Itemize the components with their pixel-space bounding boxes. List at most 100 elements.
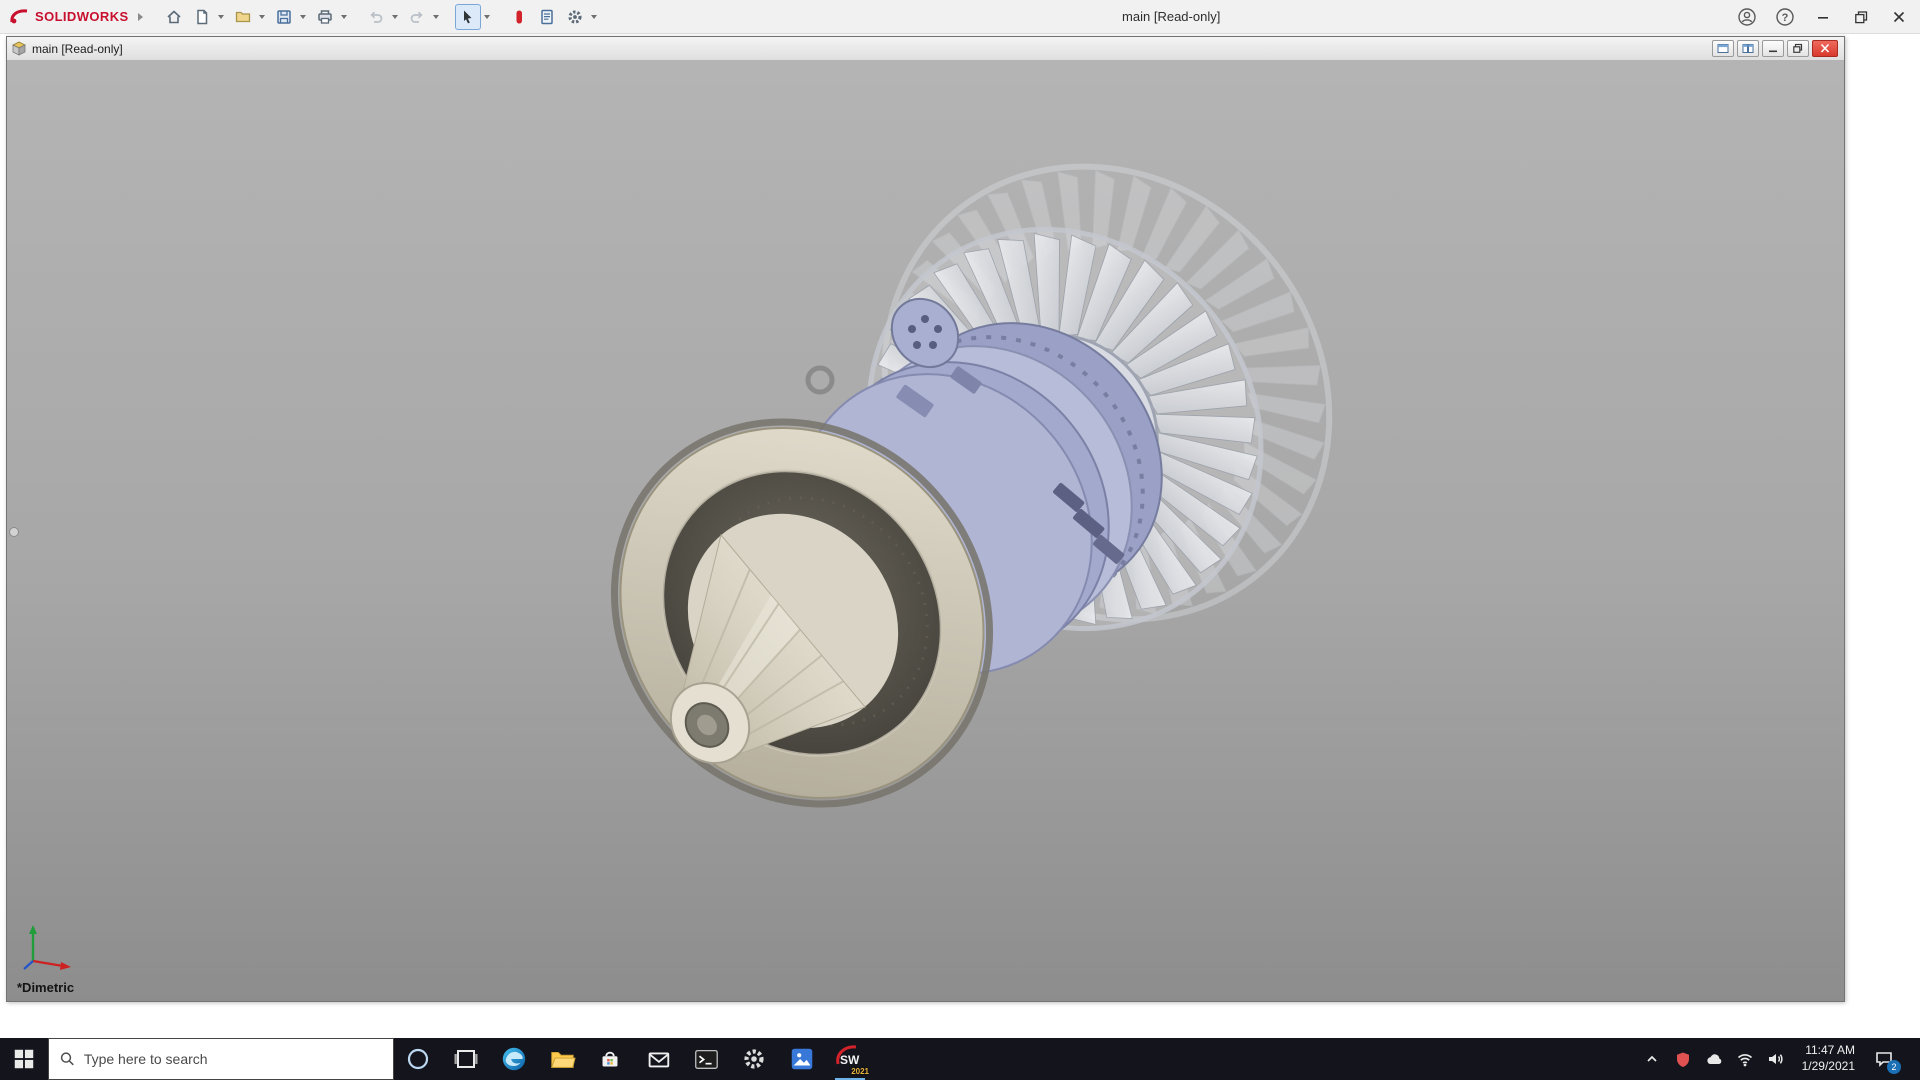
select-tool-button[interactable] xyxy=(454,3,481,30)
options-button[interactable] xyxy=(562,4,588,30)
system-tray: 11:47 AM 1/29/2021 2 xyxy=(1642,1038,1920,1080)
windows-logo-icon xyxy=(14,1049,34,1069)
titlebar-controls: ? xyxy=(1736,0,1910,34)
doc-restore-button[interactable] xyxy=(1787,40,1809,57)
solidworks-logo: SOLIDWORKS xyxy=(0,8,151,25)
task-view-button[interactable] xyxy=(442,1038,490,1080)
open-dropdown-icon[interactable] xyxy=(258,14,265,19)
taskbar-search[interactable] xyxy=(48,1038,394,1080)
undo-button[interactable] xyxy=(363,4,389,30)
minimize-icon xyxy=(1818,17,1828,19)
select-arrow-icon xyxy=(463,10,472,23)
solidworks-swoosh-icon xyxy=(10,8,28,23)
taskbar: SW 2021 xyxy=(0,1038,1920,1080)
speaker-icon xyxy=(1768,1054,1783,1064)
print-icon xyxy=(317,9,332,24)
assembly-cube-icon xyxy=(12,41,26,56)
view-orientation-label: *Dimetric xyxy=(17,980,75,995)
rebuild-button[interactable] xyxy=(506,4,532,30)
mail-icon xyxy=(648,1052,670,1068)
redo-dropdown-icon[interactable] xyxy=(432,14,439,19)
account-button[interactable] xyxy=(1736,6,1758,28)
print-button[interactable] xyxy=(312,4,338,30)
wifi-icon xyxy=(1737,1054,1752,1067)
select-dropdown-icon[interactable] xyxy=(483,14,490,19)
task-view-icon xyxy=(454,1050,478,1068)
new-document-button[interactable] xyxy=(189,4,215,30)
volume-tray-button[interactable] xyxy=(1766,1049,1786,1069)
save-icon xyxy=(276,9,291,24)
doc-close-button[interactable] xyxy=(1812,40,1838,57)
close-button[interactable] xyxy=(1888,6,1910,28)
file-properties-icon xyxy=(540,9,553,24)
help-icon: ? xyxy=(1776,8,1794,26)
home-button[interactable] xyxy=(161,4,187,30)
jet-engine-model[interactable] xyxy=(7,61,1844,1001)
solidworks-year-badge: 2021 xyxy=(851,1067,869,1076)
security-tray-button[interactable] xyxy=(1673,1049,1693,1069)
settings-gear-icon xyxy=(744,1049,764,1069)
search-input[interactable] xyxy=(83,1051,382,1067)
terminal-button[interactable] xyxy=(682,1038,730,1080)
photos-icon xyxy=(791,1048,813,1070)
solidworks-taskbar-button[interactable]: SW 2021 xyxy=(826,1038,874,1080)
orientation-triad[interactable] xyxy=(19,907,83,971)
panel-collapse-handle[interactable] xyxy=(9,527,19,537)
taskbar-clock[interactable]: 11:47 AM 1/29/2021 xyxy=(1797,1043,1860,1074)
restore-button[interactable] xyxy=(1850,6,1872,28)
main-toolbar xyxy=(161,3,601,30)
screen: SOLIDWORKS main [Read-only] ? main [Read… xyxy=(0,0,1920,1080)
tile-vertical-button[interactable] xyxy=(1737,40,1759,57)
clock-date: 1/29/2021 xyxy=(1801,1059,1855,1073)
store-button[interactable] xyxy=(586,1038,634,1080)
edge-button[interactable] xyxy=(490,1038,538,1080)
clock-time: 11:47 AM xyxy=(1805,1043,1855,1058)
brand-name: SOLIDWORKS xyxy=(35,9,129,24)
options-dropdown-icon[interactable] xyxy=(590,14,597,19)
doc-minimize-button[interactable] xyxy=(1762,40,1784,57)
mail-button[interactable] xyxy=(634,1038,682,1080)
shield-icon xyxy=(1676,1052,1689,1067)
close-icon xyxy=(1893,11,1905,23)
svg-text:SW: SW xyxy=(840,1053,860,1067)
doc-restore-icon xyxy=(1793,43,1803,53)
action-center-button[interactable]: 2 xyxy=(1871,1046,1901,1074)
new-document-dropdown-icon[interactable] xyxy=(217,14,224,19)
new-document-icon xyxy=(196,9,207,24)
cortana-icon xyxy=(407,1048,429,1070)
file-explorer-button[interactable] xyxy=(538,1038,586,1080)
chevron-up-icon xyxy=(1647,1055,1657,1062)
bracket-loop xyxy=(805,365,835,395)
minimize-button[interactable] xyxy=(1812,6,1834,28)
app-titlebar: SOLIDWORKS main [Read-only] ? xyxy=(0,0,1920,34)
print-dropdown-icon[interactable] xyxy=(340,14,347,19)
file-properties-button[interactable] xyxy=(534,4,560,30)
notification-badge: 2 xyxy=(1887,1060,1901,1074)
document-title: main [Read-only] xyxy=(32,41,123,56)
hidden-icons-button[interactable] xyxy=(1642,1049,1662,1069)
cortana-button[interactable] xyxy=(394,1038,442,1080)
open-folder-icon xyxy=(235,11,250,22)
home-icon xyxy=(167,9,181,23)
graphics-viewport[interactable]: *Dimetric xyxy=(7,61,1844,1001)
tile-horizontal-icon xyxy=(1717,44,1729,53)
onedrive-tray-button[interactable] xyxy=(1704,1049,1724,1069)
rebuild-icon xyxy=(516,10,522,23)
network-tray-button[interactable] xyxy=(1735,1049,1755,1069)
open-button[interactable] xyxy=(230,4,256,30)
gear-icon xyxy=(568,9,582,24)
menu-expand-icon[interactable] xyxy=(137,12,143,21)
settings-button[interactable] xyxy=(730,1038,778,1080)
terminal-icon xyxy=(695,1049,718,1069)
start-button[interactable] xyxy=(0,1038,48,1080)
redo-button[interactable] xyxy=(404,4,430,30)
store-icon xyxy=(602,1051,618,1067)
help-button[interactable]: ? xyxy=(1774,6,1796,28)
save-dropdown-icon[interactable] xyxy=(299,14,306,19)
photos-button[interactable] xyxy=(778,1038,826,1080)
tile-horizontal-button[interactable] xyxy=(1712,40,1734,57)
document-titlebar[interactable]: main [Read-only] xyxy=(7,37,1844,61)
undo-dropdown-icon[interactable] xyxy=(391,14,398,19)
save-button[interactable] xyxy=(271,4,297,30)
svg-text:?: ? xyxy=(1782,12,1789,24)
